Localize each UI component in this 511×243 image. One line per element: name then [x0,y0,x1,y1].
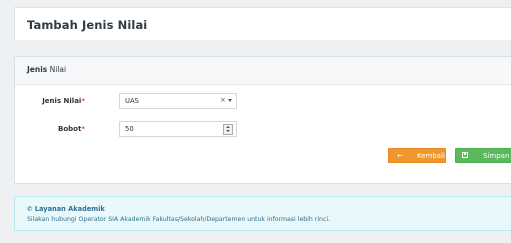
clear-selection-icon[interactable]: × [220,96,226,104]
required-mark: * [81,125,85,133]
bobot-label-text: Bobot [58,125,82,133]
alert-text: Silakan hubungi Operator SIA Akademik Fa… [27,216,331,223]
simpan-button-label: Simpan [483,152,510,160]
page-title: Tambah Jenis Nilai [27,18,148,32]
simpan-button[interactable]: Simpan [455,148,511,163]
jenis-nilai-label: Jenis Nilai* [15,97,85,105]
page-header: Tambah Jenis Nilai [14,7,511,40]
kembali-button[interactable]: ← Kembali [388,148,446,163]
alert-title: ✆ Layanan Akademik [27,205,105,213]
info-alert: ✆ Layanan Akademik Silakan hubungi Opera… [14,196,511,231]
bobot-label: Bobot* [15,125,85,133]
panel-heading: Jenis Nilai [15,57,511,85]
panel-heading-text: Jenis Nilai [27,65,66,74]
form-panel: Jenis Nilai Jenis Nilai* UAS × Bobot* 50… [14,56,511,184]
spinner-down-icon[interactable] [226,130,230,132]
number-spinner-icon[interactable] [223,124,233,135]
panel-heading-rest: Nilai [47,65,67,74]
chevron-down-icon[interactable] [228,99,232,102]
bobot-value: 50 [125,125,134,133]
arrow-left-icon: ← [397,151,404,160]
jenis-nilai-select[interactable]: UAS × [119,93,237,109]
phone-icon: ✆ [27,205,33,213]
bobot-input[interactable]: 50 [119,121,237,137]
jenis-nilai-selected-value: UAS [125,97,139,105]
required-mark: * [81,97,85,105]
floppy-disk-icon [462,152,468,158]
jenis-nilai-label-text: Jenis Nilai [42,97,82,105]
spinner-up-icon[interactable] [226,126,230,128]
alert-title-text: Layanan Akademik [34,205,105,213]
panel-heading-bold: Jenis [27,65,48,74]
kembali-button-label: Kembali [417,152,445,160]
